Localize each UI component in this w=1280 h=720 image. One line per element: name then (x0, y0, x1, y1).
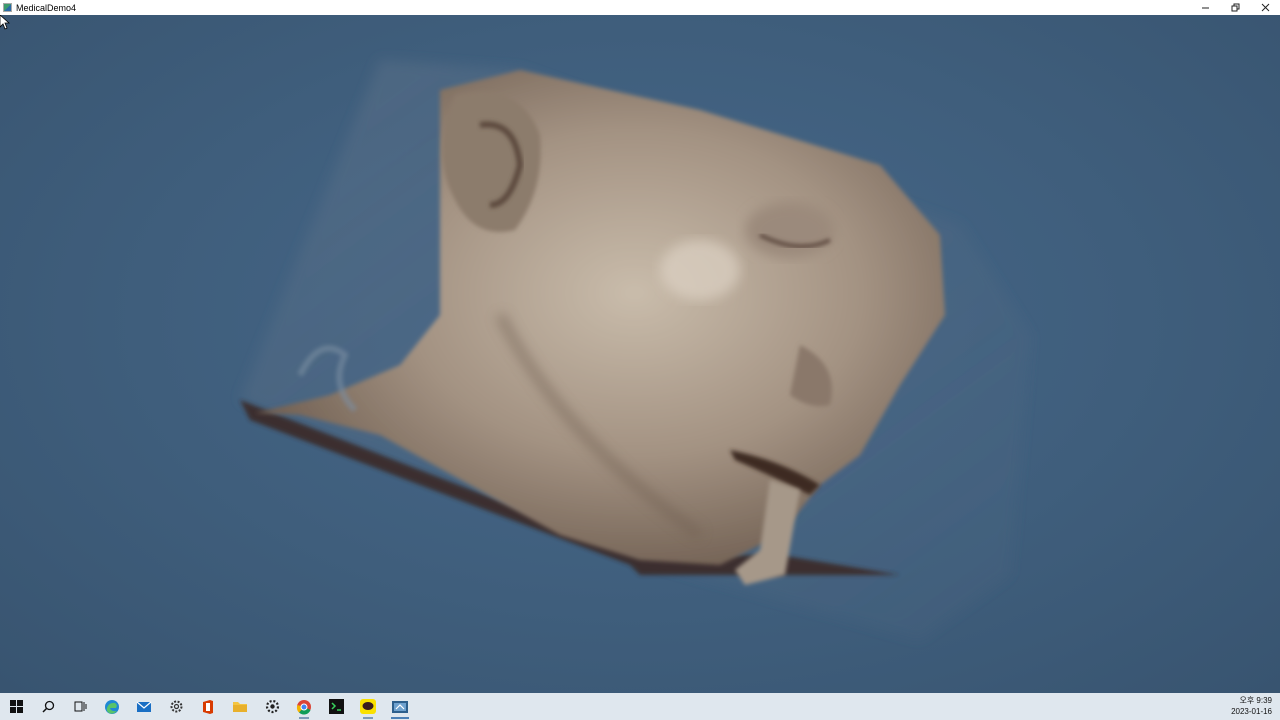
file-explorer-icon (233, 701, 247, 712)
settings-cog-icon (170, 700, 182, 713)
settings-gear-icon (265, 699, 279, 714)
settings-cog-button[interactable] (160, 693, 192, 720)
render-viewport[interactable] (0, 15, 1280, 693)
search-button[interactable] (32, 693, 64, 720)
task-view-icon (74, 701, 86, 712)
medicaldemo-taskbar-button[interactable] (384, 693, 416, 720)
restore-icon (1231, 3, 1239, 12)
chrome-icon (296, 699, 311, 715)
system-clock[interactable]: 오후 9:39 2023-01-16 (1231, 695, 1272, 717)
kakaotalk-icon (360, 699, 376, 714)
settings-button[interactable] (256, 693, 288, 720)
start-icon (9, 700, 23, 713)
search-icon (41, 700, 54, 713)
kakaotalk-button[interactable] (352, 693, 384, 720)
minimize-button[interactable] (1190, 0, 1220, 15)
office-button[interactable] (192, 693, 224, 720)
close-button[interactable] (1250, 0, 1280, 15)
task-view-button[interactable] (64, 693, 96, 720)
mail-button[interactable] (128, 693, 160, 720)
window-titlebar[interactable]: MedicalDemo4 (0, 0, 1280, 15)
edge-icon (105, 699, 119, 714)
taskbar: 오후 9:39 2023-01-16 (0, 693, 1280, 720)
close-icon (1261, 3, 1269, 12)
restore-button[interactable] (1220, 0, 1250, 15)
mouse-cursor-icon (0, 15, 10, 30)
start-button[interactable] (0, 693, 32, 720)
medicaldemo-app-icon (392, 700, 408, 713)
window-title: MedicalDemo4 (16, 2, 77, 13)
minimize-icon (1201, 7, 1209, 9)
volume-rendering[interactable] (0, 15, 1280, 693)
chrome-button[interactable] (288, 693, 320, 720)
mail-icon (136, 701, 152, 712)
terminal-app-icon (328, 699, 344, 714)
app-icon (3, 3, 12, 12)
edge-button[interactable] (96, 693, 128, 720)
office-icon (203, 699, 213, 714)
file-explorer-button[interactable] (224, 693, 256, 720)
clock-time: 오후 9:39 (1239, 696, 1272, 705)
clock-date: 2023-01-16 (1231, 707, 1272, 716)
terminal-app-button[interactable] (320, 693, 352, 720)
